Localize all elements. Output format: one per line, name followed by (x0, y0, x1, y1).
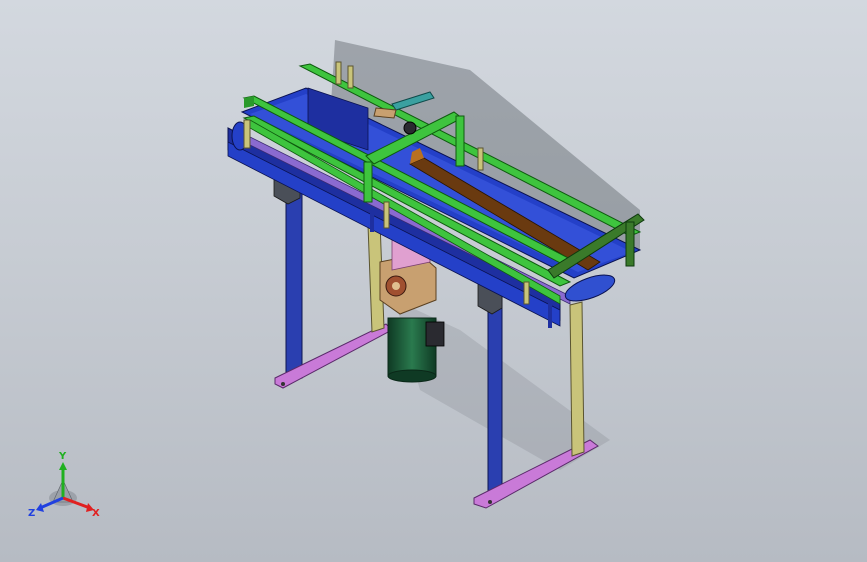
y-axis-label: Y (58, 451, 67, 462)
conveyor-assembly-model[interactable] (0, 0, 867, 562)
y-axis-arrow (59, 462, 67, 470)
x-axis-label: X (92, 508, 100, 519)
cad-viewport[interactable]: Y X Z (0, 0, 867, 562)
z-axis-label: Z (28, 508, 35, 519)
orientation-triad[interactable]: Y X Z (26, 446, 106, 526)
